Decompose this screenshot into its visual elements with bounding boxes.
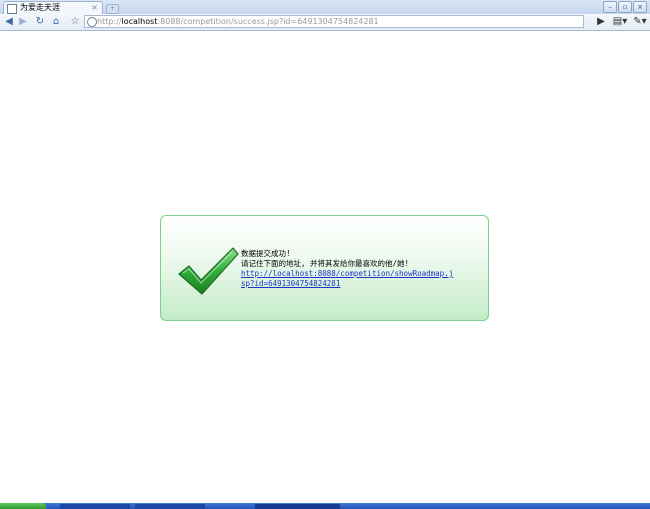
start-button[interactable] xyxy=(0,503,46,509)
star-icon[interactable]: ☆ xyxy=(69,16,81,28)
roadmap-link[interactable]: http://localhost:8088/competition/showRo… xyxy=(241,269,453,288)
success-panel: 数据提交成功! 请记住下面的地址, 并将其发给你最喜欢的他/她! http://… xyxy=(160,215,489,321)
new-tab-button[interactable]: + xyxy=(106,4,119,14)
page-menu-icon[interactable]: ▤▾ xyxy=(612,16,628,28)
browser-toolbar: ◀ ▶ ↻ ⌂ ☆ http://localhost:8088/competit… xyxy=(0,14,650,31)
tab-close-icon[interactable]: × xyxy=(91,2,98,14)
close-window-button[interactable]: × xyxy=(633,1,647,13)
reload-icon[interactable]: ↻ xyxy=(34,16,46,28)
minimize-button[interactable]: – xyxy=(603,1,617,13)
go-icon[interactable]: ▶ xyxy=(595,16,607,28)
taskbar-item-active[interactable] xyxy=(255,504,340,509)
success-title: 数据提交成功! xyxy=(241,249,291,258)
checkmark-icon xyxy=(178,247,239,295)
title-bar: 为爱走天涯 × + – ▫ × xyxy=(0,0,650,14)
taskbar xyxy=(0,503,650,509)
success-message: 数据提交成功! 请记住下面的地址, 并将其发给你最喜欢的他/她! http://… xyxy=(241,249,456,289)
address-bar[interactable]: http://localhost:8088/competition/succes… xyxy=(84,15,584,28)
forward-icon[interactable]: ▶ xyxy=(17,16,29,28)
success-instruction: 请记住下面的地址, 并将其发给你最喜欢的他/她! xyxy=(241,259,410,268)
window-controls: – ▫ × xyxy=(603,1,647,13)
wrench-icon[interactable]: ✎▾ xyxy=(632,16,648,28)
globe-icon xyxy=(87,17,97,27)
home-icon[interactable]: ⌂ xyxy=(50,16,62,28)
url-path: :8088/competition/success.jsp?id=6491304… xyxy=(157,17,379,26)
restore-button[interactable]: ▫ xyxy=(618,1,632,13)
page-favicon-icon xyxy=(7,4,17,14)
address-url[interactable]: http://localhost:8088/competition/succes… xyxy=(97,16,379,27)
taskbar-item[interactable] xyxy=(60,504,130,509)
back-icon[interactable]: ◀ xyxy=(3,16,15,28)
browser-tab[interactable]: 为爱走天涯 × xyxy=(3,1,103,14)
url-host: localhost xyxy=(121,17,158,26)
taskbar-item[interactable] xyxy=(135,504,205,509)
tab-title: 为爱走天涯 xyxy=(20,3,60,12)
url-scheme: http:// xyxy=(97,17,122,26)
